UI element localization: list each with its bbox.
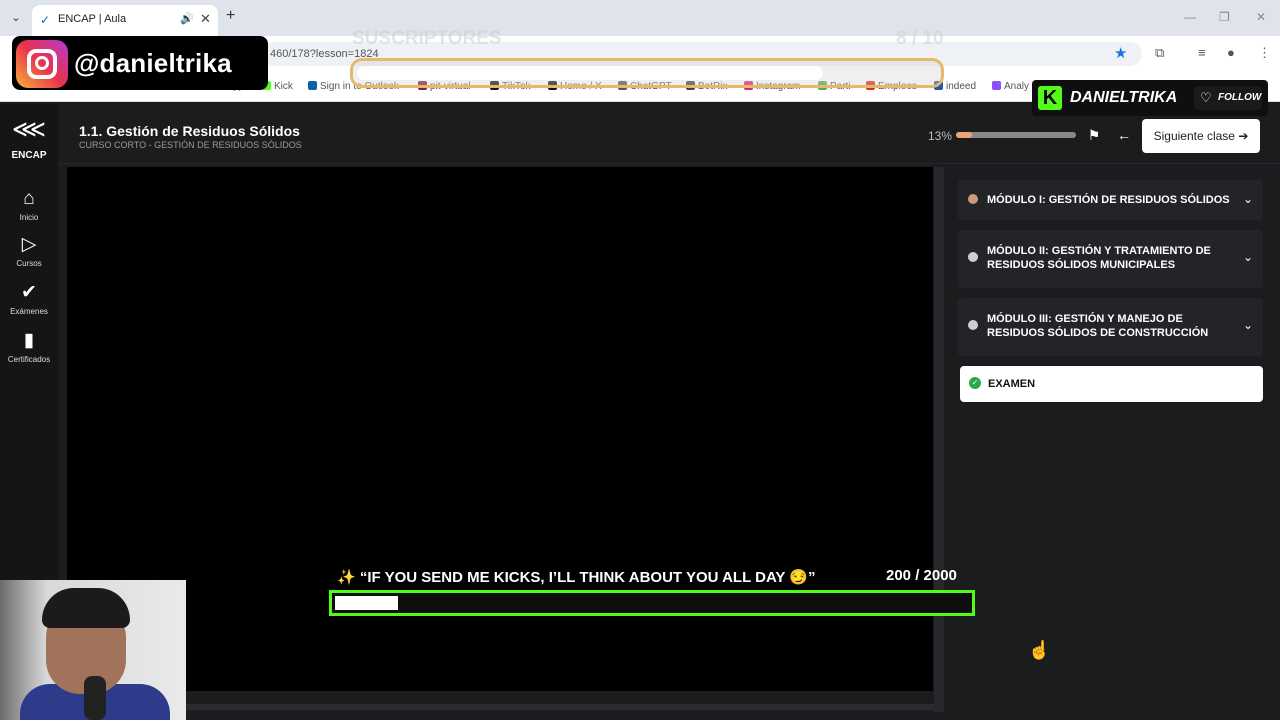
previous-lesson-button[interactable]: ←: [1112, 122, 1136, 148]
follow-button: ♡ FOLLOW: [1194, 86, 1262, 110]
bookmark-star-icon[interactable]: ★: [1114, 44, 1127, 62]
sidebar-item-label: Certificados: [7, 355, 51, 364]
brand-name: ENCAP: [11, 150, 47, 161]
instagram-handle: @danieltrika: [74, 48, 232, 78]
module-item[interactable]: MÓDULO III: GESTIÓN Y MANEJO DE RESIDUOS…: [958, 298, 1263, 356]
encap-favicon-icon: ✓: [40, 13, 51, 27]
tab-close-icon[interactable]: ✕: [200, 11, 211, 27]
course-progress-bar: [956, 132, 1076, 138]
bookmark-favicon-icon: [992, 81, 1001, 90]
sidebar-item-examenes[interactable]: ✔ Exámenes: [0, 282, 58, 316]
module-title: MÓDULO II: GESTIÓN Y TRATAMIENTO DE RESI…: [987, 245, 1211, 271]
module-list: MÓDULO I: GESTIÓN DE RESIDUOS SÓLIDOS ⌄ …: [958, 180, 1264, 402]
subscribers-goal-label: SUSCRIPTORES: [352, 28, 502, 49]
subscribers-goal-count: 8 / 10: [896, 28, 944, 49]
course-subtitle: CURSO CORTO - GESTIÓN DE RESIDUOS SÓLIDO…: [79, 140, 302, 150]
browser-menu-icon[interactable]: ⋮: [1258, 45, 1271, 61]
scrollbar[interactable]: [934, 167, 944, 712]
instagram-overlay: @danieltrika: [12, 36, 268, 90]
check-circle-icon: ✓: [969, 377, 981, 389]
module-status-dot-icon: [968, 320, 978, 330]
kicks-goal-count: 200 / 2000: [886, 567, 957, 584]
check-icon: ✔: [21, 282, 37, 303]
encap-app: ⋘ ENCAP ⌂ Inicio ▷ Cursos ✔ Exámenes ▮ C…: [0, 104, 1280, 720]
home-icon: ⌂: [23, 188, 35, 209]
lesson-title: 1.1. Gestión de Residuos Sólidos: [79, 123, 300, 139]
course-progress-fill: [956, 132, 972, 138]
instagram-logo-icon: [16, 40, 68, 88]
bookmark-label: Kick: [274, 81, 293, 92]
flag-icon[interactable]: ⚑: [1082, 122, 1106, 148]
subscribers-goal-bar: [350, 58, 944, 88]
kicks-goal-bar: [329, 590, 975, 616]
profile-avatar-icon[interactable]: ●: [1227, 45, 1235, 60]
kicks-goal-text: ✨ “IF YOU SEND ME KICKS, I’LL THINK ABOU…: [337, 569, 816, 586]
browser-tab-active[interactable]: ✓ ENCAP | Aula 🔊 ✕: [32, 5, 218, 36]
bookmark-favicon-icon: [308, 81, 317, 90]
window-close-icon[interactable]: ✕: [1256, 10, 1266, 24]
tab-search-dropdown-icon[interactable]: ⌄: [6, 8, 26, 28]
video-controls-strip: [186, 704, 934, 710]
bookmark-label: Analy: [1004, 81, 1030, 92]
module-status-dot-icon: [968, 194, 978, 204]
webcam-overlay: [0, 580, 186, 720]
module-item[interactable]: MÓDULO I: GESTIÓN DE RESIDUOS SÓLIDOS ⌄: [958, 180, 1263, 220]
module-status-dot-icon: [968, 252, 978, 262]
media-controls-icon[interactable]: ≡: [1198, 45, 1206, 60]
bookmark-icon: ▮: [23, 330, 35, 351]
chevron-down-icon[interactable]: ⌄: [1243, 250, 1253, 264]
exam-item[interactable]: ✓ EXAMEN: [960, 366, 1263, 402]
bookmark-item[interactable]: Analy: [992, 81, 1029, 92]
sidebar-item-cursos[interactable]: ▷ Cursos: [0, 234, 58, 268]
bookmark-label: indeed: [946, 81, 977, 92]
kick-channel-name: DANIELTRIKA: [1070, 89, 1178, 106]
hand-cursor-icon: ☝: [1028, 640, 1051, 660]
tab-audio-icon[interactable]: 🔊: [180, 12, 194, 25]
exam-label: EXAMEN: [988, 378, 1036, 390]
window-minimize-icon[interactable]: —: [1184, 10, 1196, 24]
chevron-down-icon[interactable]: ⌄: [1243, 192, 1253, 206]
sidebar-item-label: Exámenes: [10, 307, 48, 316]
heart-icon: ♡: [1200, 90, 1212, 105]
brand[interactable]: ⋘ ENCAP: [0, 116, 58, 161]
extensions-icon[interactable]: ⧉: [1155, 45, 1164, 61]
module-title: MÓDULO I: GESTIÓN DE RESIDUOS SÓLIDOS: [987, 194, 1230, 206]
subscribers-goal-fill: [357, 66, 823, 80]
follow-label: FOLLOW: [1218, 92, 1262, 103]
module-item[interactable]: MÓDULO II: GESTIÓN Y TRATAMIENTO DE RESI…: [958, 230, 1263, 288]
kick-logo-icon: K: [1038, 86, 1062, 110]
new-tab-button[interactable]: +: [226, 7, 235, 25]
kicks-goal-fill: [335, 596, 399, 610]
next-lesson-label: Siguiente clase: [1153, 129, 1235, 143]
sidebar-item-inicio[interactable]: ⌂ Inicio: [0, 188, 58, 222]
microphone-icon: [84, 676, 106, 720]
progress-percent: 13%: [928, 129, 953, 143]
sidebar-item-label: Cursos: [16, 259, 42, 268]
chevron-down-icon[interactable]: ⌄: [1243, 318, 1253, 332]
encap-logo-icon: ⋘: [11, 116, 47, 143]
arrow-right-icon: ➔: [1238, 129, 1249, 143]
play-circle-icon: ▷: [21, 234, 37, 255]
browser-tab-bar: ⌄ ✓ ENCAP | Aula 🔊 ✕ + — ❐ ✕: [0, 0, 1280, 36]
kick-follow-overlay: K DANIELTRIKA ♡ FOLLOW: [1032, 80, 1268, 116]
module-title: MÓDULO III: GESTIÓN Y MANEJO DE RESIDUOS…: [987, 313, 1209, 339]
tab-title: ENCAP | Aula: [58, 13, 127, 25]
next-lesson-button[interactable]: Siguiente clase ➔: [1142, 119, 1260, 153]
sidebar-item-certificados[interactable]: ▮ Certificados: [0, 330, 58, 364]
sidebar-item-label: Inicio: [19, 213, 39, 222]
window-restore-icon[interactable]: ❐: [1219, 10, 1230, 24]
